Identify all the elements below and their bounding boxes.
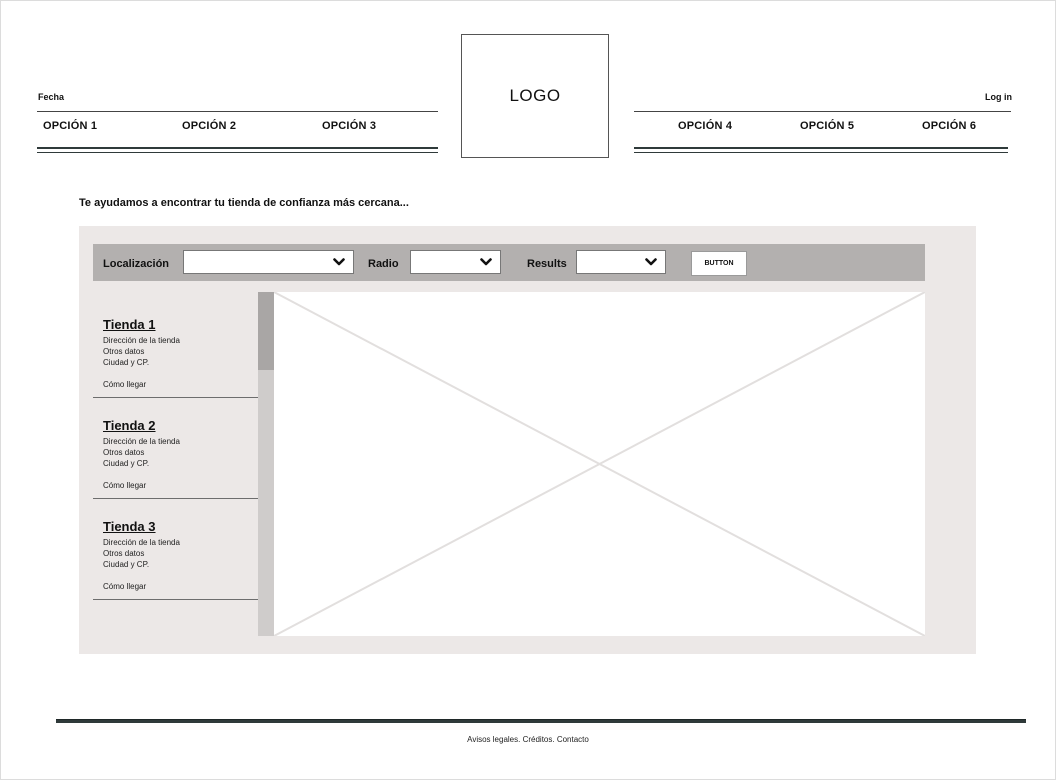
store-list-item: Tienda 3 Dirección de la tienda Otros da…: [93, 499, 258, 600]
radius-label: Radio: [368, 258, 399, 270]
nav-option-3[interactable]: OPCIÓN 3: [322, 120, 376, 132]
header-divider-left: [37, 111, 438, 112]
directions-link[interactable]: Cómo llegar: [103, 380, 146, 389]
store-address: Dirección de la tienda: [103, 538, 180, 547]
results-select[interactable]: [576, 250, 666, 274]
store-city: Ciudad y CP.: [103, 459, 150, 468]
nav-option-4[interactable]: OPCIÓN 4: [678, 120, 732, 132]
store-other-info: Otros datos: [103, 549, 145, 558]
image-placeholder-icon: [274, 292, 925, 636]
location-label: Localización: [103, 258, 170, 270]
store-address: Dirección de la tienda: [103, 437, 180, 446]
location-select[interactable]: [183, 250, 354, 274]
chevron-down-icon: [645, 258, 657, 266]
nav-option-1[interactable]: OPCIÓN 1: [43, 120, 97, 132]
store-other-info: Otros datos: [103, 347, 145, 356]
chevron-down-icon: [333, 258, 345, 266]
chevron-down-icon: [480, 258, 492, 266]
store-city: Ciudad y CP.: [103, 560, 150, 569]
results-label: Results: [527, 258, 567, 270]
nav-underline-right: [634, 147, 1008, 153]
map-placeholder[interactable]: [274, 292, 925, 636]
login-link[interactable]: Log in: [985, 92, 1012, 102]
logo-text: LOGO: [509, 86, 561, 105]
date-label: Fecha: [38, 92, 65, 102]
scrollbar-thumb[interactable]: [258, 292, 274, 370]
search-button[interactable]: BUTTON: [691, 251, 747, 276]
nav-option-6[interactable]: OPCIÓN 6: [922, 120, 976, 132]
nav-option-5[interactable]: OPCIÓN 5: [800, 120, 854, 132]
logo[interactable]: LOGO: [461, 34, 609, 158]
store-list-item: Tienda 1 Dirección de la tienda Otros da…: [93, 297, 258, 398]
store-list: Tienda 1 Dirección de la tienda Otros da…: [93, 292, 258, 636]
nav-option-2[interactable]: OPCIÓN 2: [182, 120, 236, 132]
store-list-item: Tienda 2 Dirección de la tienda Otros da…: [93, 398, 258, 499]
header-divider-right: [634, 111, 1011, 112]
directions-link[interactable]: Cómo llegar: [103, 481, 146, 490]
store-name-link[interactable]: Tienda 3: [103, 519, 156, 534]
nav-underline-left: [37, 147, 438, 153]
footer-links[interactable]: Avisos legales. Créditos. Contacto: [0, 735, 1056, 744]
radius-select[interactable]: [410, 250, 501, 274]
page-intro: Te ayudamos a encontrar tu tienda de con…: [79, 197, 409, 209]
store-name-link[interactable]: Tienda 1: [103, 317, 156, 332]
directions-link[interactable]: Cómo llegar: [103, 582, 146, 591]
footer-divider: [56, 719, 1026, 723]
store-city: Ciudad y CP.: [103, 358, 150, 367]
store-other-info: Otros datos: [103, 448, 145, 457]
store-name-link[interactable]: Tienda 2: [103, 418, 156, 433]
store-address: Dirección de la tienda: [103, 336, 180, 345]
